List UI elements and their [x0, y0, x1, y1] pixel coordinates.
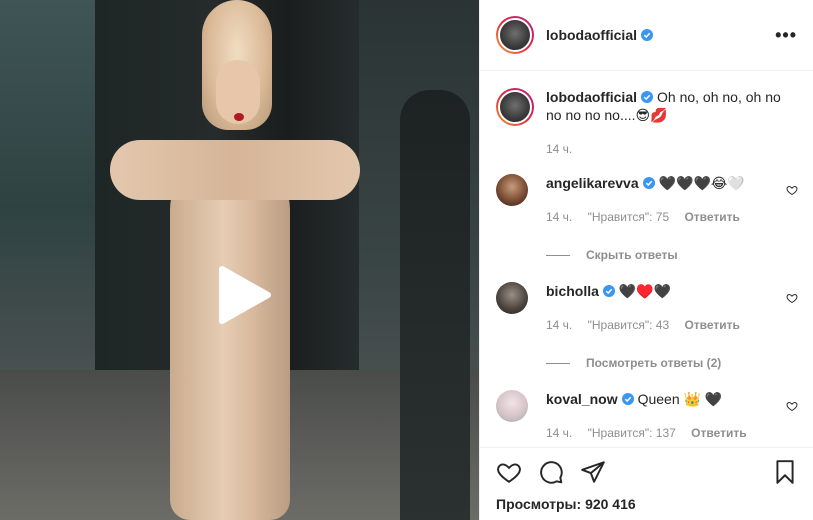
- verified-icon: [641, 91, 653, 103]
- comment-meta: 14 ч. "Нравится": 75 Ответить: [546, 208, 778, 226]
- caption-username[interactable]: lobodaofficial: [546, 89, 637, 105]
- caption-meta: 14 ч.: [546, 140, 798, 158]
- comment-row: angelikarevva 🖤🖤🖤😂🤍 14 ч. "Нравится": 75 …: [496, 174, 798, 226]
- views-count: 920 416: [585, 496, 636, 512]
- action-bar: [496, 458, 798, 486]
- play-button[interactable]: [210, 263, 274, 327]
- comment-time[interactable]: 14 ч.: [546, 318, 572, 332]
- verified-icon: [642, 177, 655, 189]
- comment-row: koval_now Queen 👑 🖤 14 ч. "Нравится": 137…: [496, 390, 798, 442]
- comment-time[interactable]: 14 ч.: [546, 210, 572, 224]
- verified-icon: [641, 29, 653, 41]
- replies-divider: [546, 362, 570, 364]
- post-video[interactable]: [0, 0, 479, 520]
- comment-text: 🖤♥️🖤: [618, 283, 672, 299]
- reply-button[interactable]: Ответить: [684, 210, 739, 224]
- heart-icon[interactable]: [786, 292, 798, 304]
- video-subject: [110, 0, 470, 520]
- commenter-avatar[interactable]: [496, 282, 528, 314]
- author-avatar[interactable]: [496, 16, 534, 54]
- verified-icon: [621, 393, 634, 405]
- hide-replies-button[interactable]: Скрыть ответы: [546, 248, 798, 262]
- play-icon: [219, 266, 271, 324]
- author-username[interactable]: lobodaofficial: [546, 27, 653, 43]
- caption-time[interactable]: 14 ч.: [546, 142, 572, 156]
- share-icon[interactable]: [580, 459, 606, 485]
- comments-list: lobodaofficial Oh no, oh no, oh no no no …: [480, 72, 813, 447]
- post-header: lobodaofficial •••: [480, 0, 813, 71]
- views-label: Просмотры:: [496, 496, 582, 512]
- comment-username[interactable]: koval_now: [546, 391, 618, 407]
- view-replies-button[interactable]: Посмотреть ответы (2): [546, 356, 798, 370]
- comment-username[interactable]: bicholla: [546, 283, 599, 299]
- comment-text: Queen 👑 🖤: [637, 391, 723, 407]
- comment-likes[interactable]: "Нравится": 137: [588, 426, 676, 440]
- heart-icon[interactable]: [786, 400, 798, 412]
- comment-row: bicholla 🖤♥️🖤 14 ч. "Нравится": 43 Ответи…: [496, 282, 798, 334]
- caption-avatar[interactable]: [496, 88, 534, 126]
- comment-text: 🖤🖤🖤😂🤍: [658, 175, 745, 191]
- commenter-avatar[interactable]: [496, 174, 528, 206]
- verified-icon: [602, 285, 615, 297]
- comment-likes[interactable]: "Нравится": 43: [588, 318, 670, 332]
- comment-time[interactable]: 14 ч.: [546, 426, 572, 440]
- comment-meta: 14 ч. "Нравится": 43 Ответить: [546, 316, 778, 334]
- hide-replies-label: Скрыть ответы: [586, 248, 678, 262]
- comment-meta: 14 ч. "Нравится": 137 Ответить: [546, 424, 778, 442]
- more-options-button[interactable]: •••: [775, 26, 797, 44]
- replies-divider: [546, 254, 570, 256]
- comment-icon[interactable]: [538, 459, 564, 485]
- reply-button[interactable]: Ответить: [691, 426, 746, 440]
- author-username-text[interactable]: lobodaofficial: [546, 27, 637, 43]
- commenter-avatar[interactable]: [496, 390, 528, 422]
- views-counter[interactable]: Просмотры: 920 416: [496, 496, 798, 512]
- comment-username[interactable]: angelikarevva: [546, 175, 639, 191]
- post-sidebar: lobodaofficial ••• lobodaofficial Oh no, …: [479, 0, 813, 520]
- reply-button[interactable]: Ответить: [684, 318, 739, 332]
- bookmark-icon[interactable]: [772, 459, 798, 485]
- post-actions: Просмотры: 920 416: [480, 447, 813, 512]
- heart-icon[interactable]: [496, 459, 522, 485]
- view-replies-label: Посмотреть ответы (2): [586, 356, 722, 370]
- caption-row: lobodaofficial Oh no, oh no, oh no no no …: [496, 88, 798, 158]
- heart-icon[interactable]: [786, 184, 798, 196]
- comment-likes[interactable]: "Нравится": 75: [588, 210, 670, 224]
